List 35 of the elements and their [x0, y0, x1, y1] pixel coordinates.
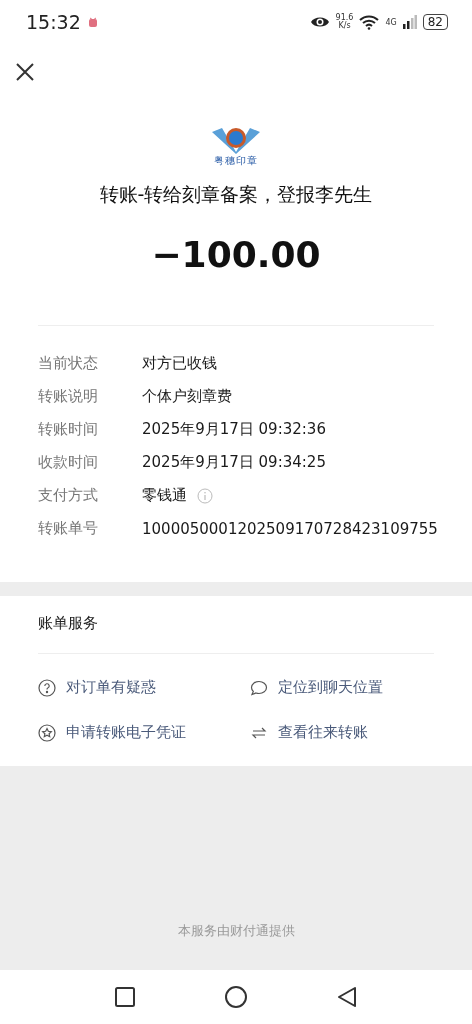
detail-label: 收款时间	[38, 453, 99, 472]
transfer-title: 转账-转给刻章备案，登报李先生	[99, 182, 373, 207]
service-link[interactable]: 对订单有疑惑	[38, 678, 250, 697]
section-title: 账单服务	[38, 596, 434, 654]
detail-value: 2025年9月17日 09:34:25	[142, 453, 326, 472]
amount: −100.00	[151, 234, 321, 275]
network-type: 4G	[385, 17, 397, 27]
detail-value: 个体户刻章费	[142, 387, 232, 406]
detail-value: 2025年9月17日 09:32:36	[142, 420, 326, 439]
network-speed: 91.6 K/s	[335, 14, 354, 30]
footer-note: 本服务由财付通提供	[177, 922, 295, 940]
recents-button[interactable]	[115, 987, 135, 1007]
service-link[interactable]: 查看往来转账	[250, 723, 434, 742]
battery-level: 82	[422, 14, 448, 30]
detail-label: 转账说明	[38, 387, 99, 406]
detail-value: 对方已收钱	[142, 354, 217, 373]
detail-label: 转账单号	[38, 519, 99, 538]
detail-label: 当前状态	[38, 354, 99, 373]
chat-icon	[250, 678, 268, 697]
service-link[interactable]: 定位到聊天位置	[250, 678, 434, 697]
close-button[interactable]	[14, 61, 36, 83]
signal-icon	[402, 15, 417, 29]
back-button[interactable]	[337, 986, 357, 1008]
question-icon	[38, 678, 56, 697]
home-button[interactable]	[225, 986, 247, 1008]
detail-value: 1000050001202509170728423109755	[142, 519, 438, 538]
detail-label: 支付方式	[38, 486, 99, 505]
wifi-icon	[359, 14, 380, 30]
logo: 粤穗印章	[210, 126, 262, 168]
notification-icon	[86, 16, 99, 28]
service-link[interactable]: 申请转账电子凭证	[38, 723, 250, 742]
clock: 15:32	[26, 11, 81, 33]
detail-value: 零钱通	[142, 486, 187, 505]
eye-icon	[309, 15, 330, 29]
detail-label: 转账时间	[38, 420, 99, 439]
